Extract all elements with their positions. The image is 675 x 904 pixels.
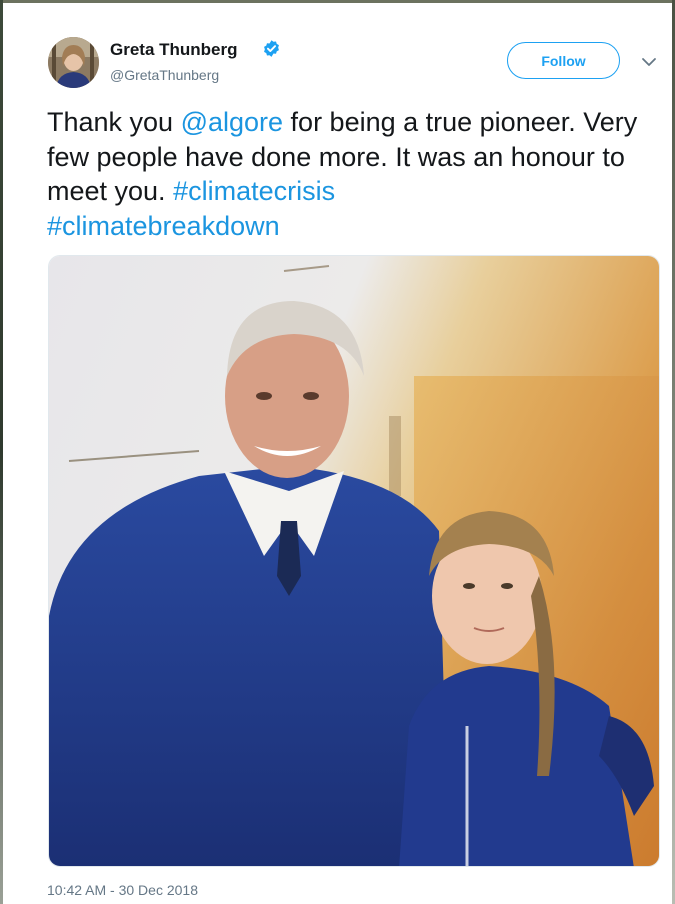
tweet-card: Greta Thunberg @GretaThunberg Follow Tha… [0,0,675,904]
hashtag-link-climatecrisis[interactable]: #climatecrisis [173,176,335,206]
avatar-image [48,37,99,88]
avatar[interactable] [48,37,99,88]
tweet-text-part: Thank you [47,107,181,137]
follow-button[interactable]: Follow [507,42,620,79]
verified-badge-icon [262,39,281,58]
tweet-timestamp[interactable]: 10:42 AM - 30 Dec 2018 [47,882,198,898]
background-edge-top [0,0,675,3]
background-edge-left [0,0,3,904]
tweet-text: Thank you @algore for being a true pione… [47,105,657,243]
author-name[interactable]: Greta Thunberg [110,40,238,60]
mention-link[interactable]: @algore [181,107,283,137]
chevron-down-icon[interactable] [640,55,658,69]
photo-image [49,256,659,866]
author-handle[interactable]: @GretaThunberg [110,67,219,83]
tweet-photo[interactable] [48,255,660,867]
hashtag-link-climatebreakdown[interactable]: #climatebreakdown [47,211,280,241]
